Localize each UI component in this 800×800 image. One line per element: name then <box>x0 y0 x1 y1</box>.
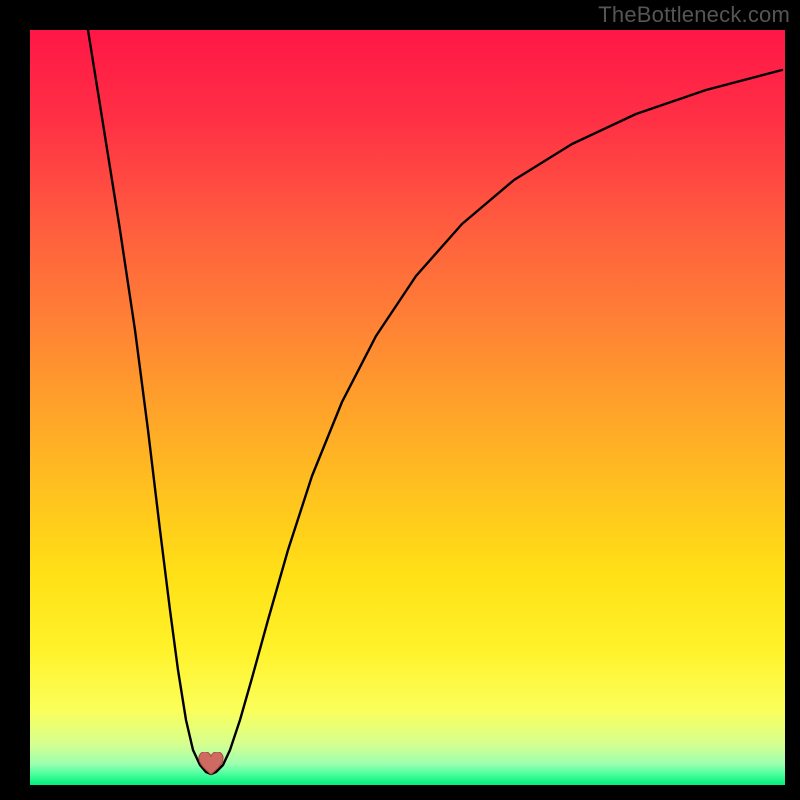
chart-frame: TheBottleneck.com <box>0 0 800 800</box>
plot-area <box>30 30 785 785</box>
watermark-text: TheBottleneck.com <box>598 2 790 28</box>
optimum-heart-icon <box>198 752 224 776</box>
bottleneck-curve <box>30 30 785 785</box>
